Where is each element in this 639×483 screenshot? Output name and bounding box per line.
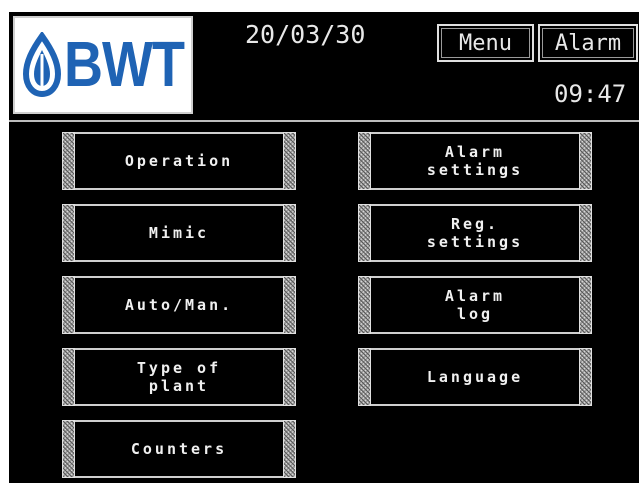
alarm-button-label: Alarm (554, 30, 622, 56)
header-bar: BWT 20/03/30 Menu Alarm 09:47 (9, 12, 639, 118)
auto-man-button[interactable]: Auto/Man. (62, 276, 296, 334)
reg-settings-button-label: Reg. settings (426, 215, 524, 251)
time-display: 09:47 (554, 80, 627, 108)
operation-button-label: Operation (124, 152, 234, 170)
alarm-settings-button-label: Alarm settings (426, 143, 524, 179)
language-button[interactable]: Language (358, 348, 592, 406)
button-bezel-left (62, 420, 75, 478)
button-bezel-right (283, 204, 296, 262)
button-bezel-right (283, 276, 296, 334)
button-bezel-left (358, 348, 371, 406)
button-bezel-right (283, 132, 296, 190)
button-bezel-left (358, 204, 371, 262)
button-bezel-right (579, 132, 592, 190)
menu-button-label: Menu (459, 30, 512, 56)
button-bezel-left (358, 132, 371, 190)
button-bezel-right (579, 204, 592, 262)
mimic-button-label: Mimic (148, 224, 210, 242)
operation-button[interactable]: Operation (62, 132, 296, 190)
button-bezel-left (62, 132, 75, 190)
type-of-plant-button[interactable]: Type of plant (62, 348, 296, 406)
button-bezel-left (62, 348, 75, 406)
button-bezel-right (283, 420, 296, 478)
bwt-logo: BWT (13, 16, 193, 114)
logo-text: BWT (64, 29, 185, 101)
language-button-label: Language (426, 368, 524, 386)
type-of-plant-button-label: Type of plant (136, 359, 222, 395)
button-bezel-left (358, 276, 371, 334)
alarm-button[interactable]: Alarm (538, 24, 638, 62)
button-bezel-right (283, 348, 296, 406)
bwt-water-drop-icon (23, 32, 62, 98)
counters-button[interactable]: Counters (62, 420, 296, 478)
button-bezel-right (579, 276, 592, 334)
button-bezel-right (579, 348, 592, 406)
button-bezel-left (62, 204, 75, 262)
button-bezel-left (62, 276, 75, 334)
counters-button-label: Counters (130, 440, 228, 458)
reg-settings-button[interactable]: Reg. settings (358, 204, 592, 262)
header-divider (9, 120, 639, 122)
date-display: 20/03/30 (245, 20, 366, 49)
auto-man-button-label: Auto/Man. (124, 296, 234, 314)
alarm-log-button[interactable]: Alarm log (358, 276, 592, 334)
hmi-screen: BWT 20/03/30 Menu Alarm 09:47 Operation … (9, 12, 639, 483)
alarm-log-button-label: Alarm log (444, 287, 506, 323)
mimic-button[interactable]: Mimic (62, 204, 296, 262)
menu-button[interactable]: Menu (437, 24, 534, 62)
alarm-settings-button[interactable]: Alarm settings (358, 132, 592, 190)
